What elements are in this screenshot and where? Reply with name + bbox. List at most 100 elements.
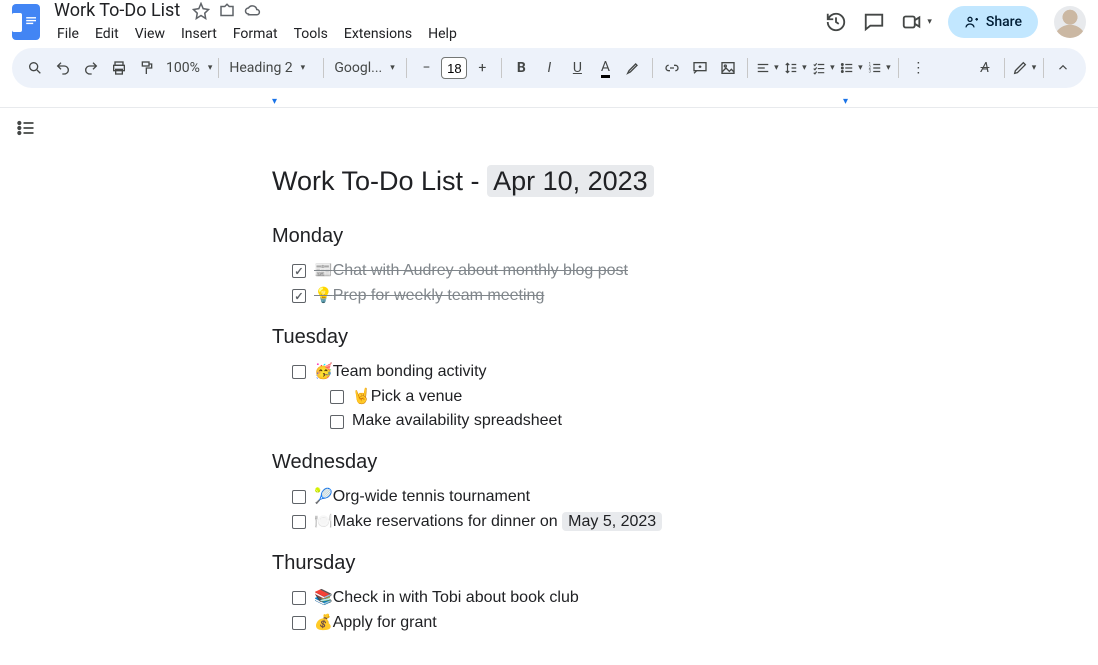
checkbox[interactable] (330, 390, 344, 404)
meet-icon[interactable] (901, 11, 932, 33)
todo-item[interactable]: 🥳Team bonding activity (272, 359, 847, 384)
separator (747, 58, 748, 78)
checkbox[interactable] (292, 616, 306, 630)
collapse-toolbar-icon[interactable] (1050, 54, 1076, 82)
separator (406, 58, 407, 78)
search-icon[interactable] (22, 54, 48, 82)
italic-icon[interactable]: I (536, 54, 562, 82)
highlight-icon[interactable] (620, 54, 646, 82)
bold-icon[interactable]: B (508, 54, 534, 82)
separator (501, 58, 502, 78)
ruler[interactable]: ▾ ▾ (0, 94, 1098, 108)
section-heading[interactable]: Tuesday (272, 326, 847, 349)
section-heading[interactable]: Wednesday (272, 451, 847, 474)
line-spacing-icon[interactable] (782, 54, 808, 82)
checkbox[interactable] (292, 490, 306, 504)
todo-item[interactable]: 💰Apply for grant (272, 610, 847, 635)
more-icon[interactable]: ⋮ (905, 54, 931, 82)
toolbar: 100% Heading 2 Googl... − + B I U A 123 … (12, 48, 1086, 88)
menu-view[interactable]: View (128, 23, 172, 45)
indent-marker-left-icon[interactable]: ▾ (272, 96, 277, 107)
menu-format[interactable]: Format (226, 23, 285, 45)
document-body[interactable]: Work To-Do List - Apr 10, 2023 Monday 📰Ch… (272, 166, 847, 635)
history-icon[interactable] (825, 11, 847, 33)
doc-heading-1[interactable]: Work To-Do List - Apr 10, 2023 (272, 166, 847, 197)
todo-text[interactable]: 💰Apply for grant (314, 613, 437, 632)
emoji-icon: 💰 (314, 614, 333, 631)
checkbox[interactable] (292, 289, 306, 303)
checkbox[interactable] (292, 591, 306, 605)
numbered-list-icon[interactable]: 123 (866, 54, 892, 82)
date-chip[interactable]: May 5, 2023 (562, 512, 662, 531)
title-prefix: Work To-Do List - (272, 166, 487, 196)
checkbox[interactable] (292, 264, 306, 278)
zoom-dropdown[interactable]: 100% (162, 54, 212, 82)
todo-text[interactable]: 🎾Org-wide tennis tournament (314, 487, 530, 506)
todo-text[interactable]: 🥳Team bonding activity (314, 362, 487, 381)
indent-marker-right-icon[interactable]: ▾ (843, 96, 848, 107)
menu-extensions[interactable]: Extensions (337, 23, 419, 45)
add-comment-icon[interactable] (687, 54, 713, 82)
star-icon[interactable] (192, 2, 210, 20)
underline-icon[interactable]: U (564, 54, 590, 82)
todo-item[interactable]: Make availability spreadsheet (272, 409, 847, 433)
todo-item[interactable]: 🎾Org-wide tennis tournament (272, 484, 847, 509)
emoji-icon: 💡 (314, 287, 333, 304)
emoji-icon: 🤘 (352, 388, 371, 405)
text-color-icon[interactable]: A (592, 54, 618, 82)
link-icon[interactable] (659, 54, 685, 82)
todo-text[interactable]: 📚Check in with Tobi about book club (314, 588, 579, 607)
checkbox[interactable] (330, 415, 344, 429)
todo-text[interactable]: 🤘Pick a venue (352, 387, 462, 406)
document-title[interactable]: Work To-Do List (50, 0, 184, 22)
separator (218, 58, 219, 78)
menu-help[interactable]: Help (421, 23, 464, 45)
checkbox[interactable] (292, 365, 306, 379)
move-icon[interactable] (218, 2, 236, 20)
todo-item[interactable]: 💡Prep for weekly team meeting (272, 283, 847, 308)
date-chip[interactable]: Apr 10, 2023 (487, 165, 654, 197)
todo-text[interactable]: 💡Prep for weekly team meeting (314, 286, 544, 305)
user-avatar[interactable] (1054, 6, 1086, 38)
menu-bar: File Edit View Insert Format Tools Exten… (50, 23, 825, 45)
paint-format-icon[interactable] (134, 54, 160, 82)
todo-item[interactable]: 📰Chat with Audrey about monthly blog pos… (272, 258, 847, 283)
todo-text[interactable]: 🍽️Make reservations for dinner on May 5,… (314, 512, 662, 531)
editing-mode-icon[interactable] (1011, 54, 1037, 82)
separator (898, 58, 899, 78)
font-size-decrease[interactable]: − (413, 54, 439, 82)
todo-item[interactable]: 🍽️Make reservations for dinner on May 5,… (272, 509, 847, 534)
header-bar: Work To-Do List File Edit View Insert Fo… (0, 0, 1098, 44)
checklist-icon[interactable] (810, 54, 836, 82)
title-area: Work To-Do List File Edit View Insert Fo… (50, 0, 825, 45)
todo-text[interactable]: 📰Chat with Audrey about monthly blog pos… (314, 261, 628, 280)
redo-icon[interactable] (78, 54, 104, 82)
bullet-list-icon[interactable] (838, 54, 864, 82)
todo-item[interactable]: 🤘Pick a venue (272, 384, 847, 409)
todo-item[interactable]: 📚Check in with Tobi about book club (272, 585, 847, 610)
print-icon[interactable] (106, 54, 132, 82)
menu-insert[interactable]: Insert (174, 23, 224, 45)
clear-format-icon[interactable]: A (972, 54, 998, 82)
checkbox[interactable] (292, 515, 306, 529)
separator (1004, 58, 1005, 78)
comments-icon[interactable] (863, 11, 885, 33)
align-icon[interactable] (754, 54, 780, 82)
menu-edit[interactable]: Edit (88, 23, 126, 45)
emoji-icon: 📰 (314, 262, 333, 279)
docs-logo-icon[interactable] (12, 4, 40, 40)
share-button[interactable]: Share (948, 6, 1038, 38)
font-dropdown[interactable]: Googl... (330, 54, 400, 82)
outline-toggle-icon[interactable] (14, 116, 38, 140)
menu-tools[interactable]: Tools (287, 23, 335, 45)
font-size-input[interactable] (441, 57, 467, 79)
section-heading[interactable]: Thursday (272, 552, 847, 575)
font-size-increase[interactable]: + (469, 54, 495, 82)
todo-text[interactable]: Make availability spreadsheet (352, 412, 562, 430)
section-heading[interactable]: Monday (272, 225, 847, 248)
style-dropdown[interactable]: Heading 2 (225, 54, 317, 82)
cloud-status-icon[interactable] (244, 2, 262, 20)
undo-icon[interactable] (50, 54, 76, 82)
image-icon[interactable] (715, 54, 741, 82)
menu-file[interactable]: File (50, 23, 86, 45)
